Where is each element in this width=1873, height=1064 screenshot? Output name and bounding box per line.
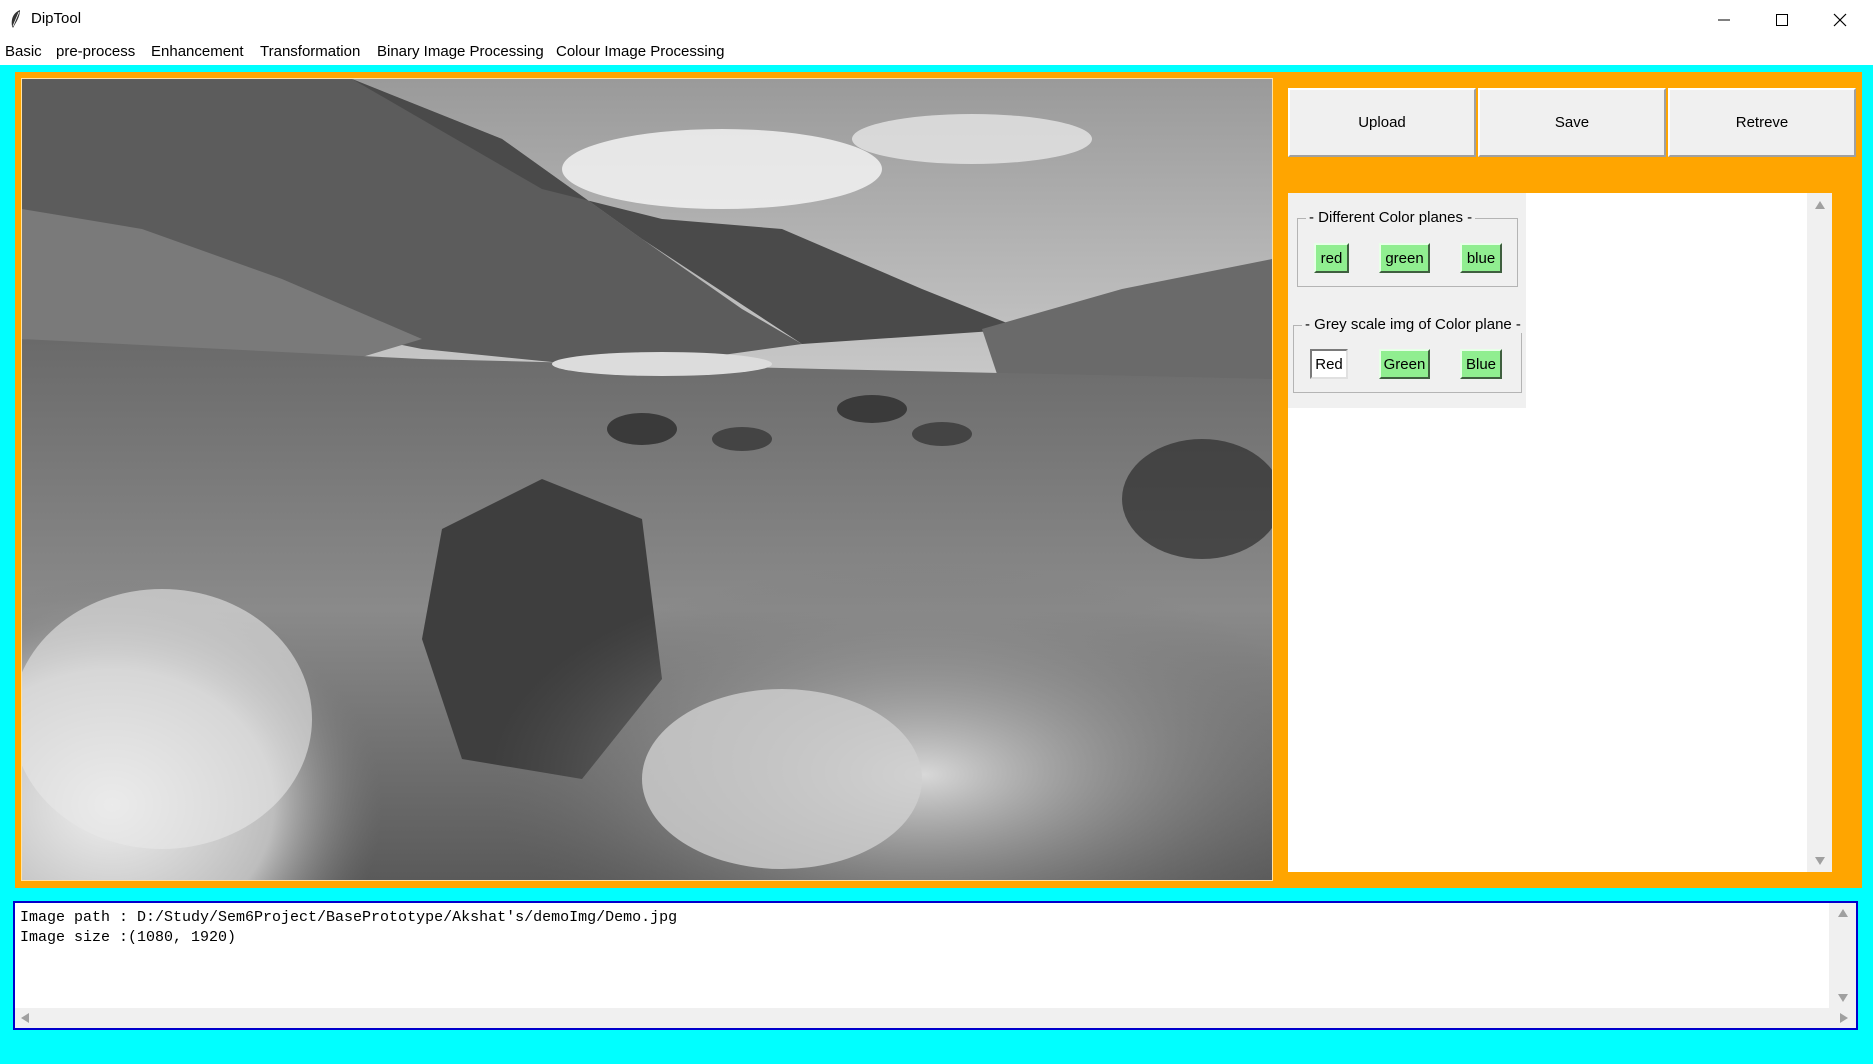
menu-enhancement[interactable]: Enhancement [151, 43, 244, 60]
log-scroll-down-icon[interactable] [1838, 994, 1848, 1002]
green-plane-button[interactable]: green [1379, 243, 1430, 273]
log-text: Image path : D:/Study/Sem6Project/BasePr… [20, 908, 677, 948]
log-scroll-up-icon[interactable] [1838, 909, 1848, 917]
feather-app-icon [8, 9, 24, 29]
log-horizontal-scrollbar[interactable] [15, 1008, 1856, 1028]
image-canvas[interactable] [21, 78, 1273, 881]
menu-transformation[interactable]: Transformation [260, 43, 360, 60]
menu-colour-image-processing[interactable]: Colour Image Processing [556, 43, 724, 60]
color-planes-legend-text: Different Color planes [1318, 209, 1463, 226]
scroll-up-icon[interactable] [1815, 201, 1825, 209]
color-planes-legend: - Different Color planes - [1306, 209, 1476, 226]
grey-green-button[interactable]: Green [1379, 349, 1430, 379]
minimize-button[interactable] [1695, 0, 1753, 39]
tool-panel-scrollbar[interactable] [1807, 193, 1832, 872]
log-line-image-size: Image size :(1080, 1920) [20, 929, 237, 946]
menu-bar: Basic pre-process Enhancement Transforma… [0, 39, 1873, 65]
upload-button[interactable]: Upload [1288, 88, 1476, 157]
grey-planes-legend-text: Grey scale img of Color plane [1314, 316, 1512, 333]
menu-basic[interactable]: Basic [5, 43, 42, 60]
menu-pre-process[interactable]: pre-process [56, 43, 135, 60]
window-title: DipTool [31, 10, 82, 27]
grey-blue-button[interactable]: Blue [1460, 349, 1502, 379]
blue-plane-button[interactable]: blue [1460, 243, 1502, 273]
log-scroll-left-icon[interactable] [21, 1013, 29, 1023]
red-plane-button[interactable]: red [1314, 243, 1349, 273]
maximize-icon [1776, 13, 1788, 26]
minimize-icon [1718, 19, 1730, 20]
title-bar: DipTool [0, 0, 1873, 39]
grey-planes-legend: - Grey scale img of Color plane - [1302, 316, 1524, 333]
close-button[interactable] [1811, 0, 1869, 39]
landscape-image [22, 79, 1272, 880]
log-line-image-path: Image path : D:/Study/Sem6Project/BasePr… [20, 909, 678, 926]
close-icon [1833, 13, 1847, 26]
save-button[interactable]: Save [1478, 88, 1666, 157]
retrieve-button[interactable]: Retreve [1668, 88, 1856, 157]
scroll-down-icon[interactable] [1815, 857, 1825, 865]
log-scroll-right-icon[interactable] [1840, 1013, 1848, 1023]
maximize-button[interactable] [1753, 0, 1811, 39]
menu-binary-image-processing[interactable]: Binary Image Processing [377, 43, 544, 60]
log-vertical-scrollbar[interactable] [1829, 903, 1856, 1008]
grey-red-button[interactable]: Red [1310, 349, 1348, 379]
